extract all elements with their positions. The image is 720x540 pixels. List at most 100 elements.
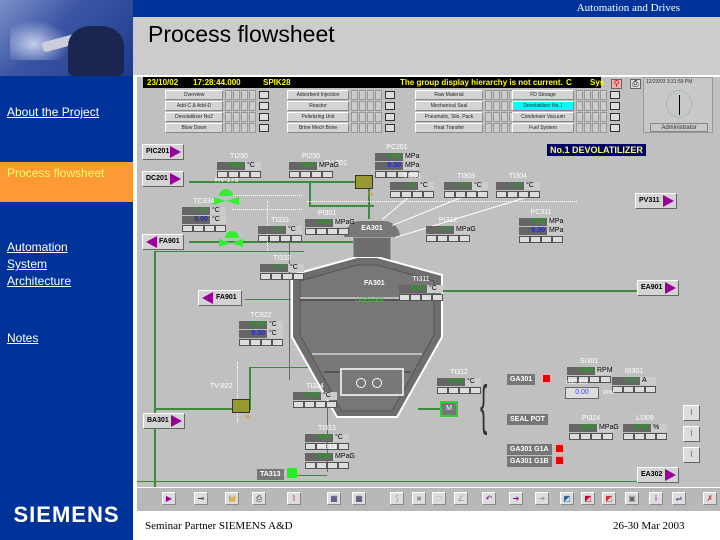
faceplate-ti301[interactable]: TI301 0.00 °C <box>390 173 434 198</box>
trend-icon[interactable]: ⌇ <box>287 492 301 505</box>
area-button[interactable]: Pelletizing Unit <box>287 112 349 122</box>
nav-pic201-button[interactable]: PIC201 <box>142 144 184 160</box>
group-display[interactable] <box>225 112 257 122</box>
undo-icon[interactable]: ↶ <box>482 492 496 505</box>
sidebar-item-about[interactable]: About the Project <box>7 104 127 121</box>
trend-button-2[interactable]: ⌇ <box>683 426 700 442</box>
sidebar-item-notes[interactable]: Notes <box>7 330 127 347</box>
hic301-input[interactable]: 0.00 <box>565 387 599 399</box>
nav-fa901-top-button[interactable]: FA901 <box>142 234 184 250</box>
group-display[interactable] <box>576 123 608 133</box>
group-ack-button[interactable] <box>259 102 269 110</box>
area-button[interactable]: FD Storage <box>512 90 574 100</box>
area-button[interactable]: Blow Down <box>165 123 223 133</box>
group-display[interactable] <box>576 101 608 111</box>
area-button[interactable]: Brine Mech Brine <box>287 123 349 133</box>
sidebar-item-process-flowsheet[interactable]: Process flowsheet <box>0 162 133 202</box>
area-button[interactable]: Mechanical Seal <box>415 101 483 111</box>
faceplate-ti250[interactable]: TI250 0.00 °C <box>217 153 261 178</box>
faceplate-pi312[interactable]: PI312 0.00 MPaG <box>426 217 476 242</box>
area-button[interactable]: Devolatilizer No2 <box>165 112 223 122</box>
chart-icon[interactable]: ∠ <box>454 492 468 505</box>
alarm2-icon[interactable]: ◩ <box>581 492 595 505</box>
key-icon[interactable]: ⊸ <box>194 492 208 505</box>
group-ack-button[interactable] <box>259 124 269 132</box>
nav-ba301-button[interactable]: BA301 <box>143 413 185 429</box>
faceplate-li309[interactable]: LI309 0.00% <box>623 415 667 440</box>
group-display[interactable] <box>351 90 383 100</box>
group-ack-button[interactable] <box>385 91 395 99</box>
group-ack-button[interactable] <box>610 113 620 121</box>
nav-dc201-button[interactable]: DC201 <box>142 171 184 187</box>
faceplate-pi250[interactable]: PI250 0.00 MPaG <box>289 153 339 178</box>
report-icon[interactable]: ▦ <box>327 492 341 505</box>
loop-icon[interactable]: ⟆ <box>390 492 404 505</box>
faceplate-is301[interactable]: IS301 0.00 A <box>612 368 656 393</box>
group-display[interactable] <box>351 101 383 111</box>
faceplate-tc334[interactable]: TC334 0.00 °C 0.00 °C <box>182 198 226 232</box>
area-button[interactable]: Fuel System <box>512 123 574 133</box>
nav-pv311-button[interactable]: PV311 <box>635 193 677 209</box>
group-ack-button[interactable] <box>385 124 395 132</box>
area-button[interactable]: Heat Transfer <box>415 123 483 133</box>
device-icon[interactable]: ⇌ <box>672 492 686 505</box>
folder-icon[interactable]: ▤ <box>225 492 239 505</box>
area-button[interactable]: Adsorbent Injection <box>287 90 349 100</box>
nav-fa901-mid-button[interactable]: FA901 <box>198 290 242 306</box>
alarm3-icon[interactable]: ◩ <box>602 492 616 505</box>
info-icon[interactable]: i <box>649 492 663 505</box>
faceplate-tc822[interactable]: TC822 0.00 °C 0.00 °C <box>239 312 283 346</box>
trend-button-1[interactable]: ⌇ <box>683 405 700 421</box>
area-button[interactable]: Condenser Vacuum <box>512 112 574 122</box>
trend-button-3[interactable]: ⌇ <box>683 447 700 463</box>
alarm1-icon[interactable]: ◩ <box>560 492 574 505</box>
faceplate-ti304[interactable]: TI304 0.00 °C <box>496 173 540 198</box>
group-ack-button[interactable] <box>385 102 395 110</box>
box-icon[interactable]: □ <box>432 492 446 505</box>
faceplate-pi324[interactable]: PI324 0.00 MPaG <box>569 415 619 440</box>
report2-icon[interactable]: ▦ <box>352 492 366 505</box>
area-button[interactable]: Devolatilizer No.1 <box>512 101 574 111</box>
print-icon[interactable]: ⎙ <box>630 79 641 89</box>
faceplate-ti333[interactable]: TI333 0.00 °C <box>258 217 302 242</box>
group-display[interactable] <box>351 123 383 133</box>
group-ack-button[interactable] <box>610 102 620 110</box>
exit-icon[interactable]: ✗ <box>703 492 717 505</box>
group-display[interactable] <box>225 123 257 133</box>
area-button[interactable]: Reactor <box>287 101 349 111</box>
group-display[interactable] <box>351 112 383 122</box>
group-ack-button[interactable] <box>259 91 269 99</box>
faceplate-ti324[interactable]: TI324 0.00 °C <box>293 383 337 408</box>
area-button[interactable]: Add-C & Add-D <box>165 101 223 111</box>
faceplate-ti332[interactable]: TI332 0.00 °C <box>260 255 304 280</box>
group-ack-button[interactable] <box>259 113 269 121</box>
motor-m[interactable]: M <box>440 401 458 417</box>
valve-pv201[interactable] <box>355 175 373 189</box>
area-button[interactable]: Pneumatic, Silo, Pack <box>415 112 483 122</box>
area-button[interactable]: Overview <box>165 90 223 100</box>
next-icon[interactable]: ➔ <box>509 492 523 505</box>
group-display[interactable] <box>576 90 608 100</box>
group-display[interactable] <box>576 112 608 122</box>
faceplate-ti312[interactable]: TI312 0.00 °C <box>437 369 481 394</box>
faceplate-pi301[interactable]: PI301 0.00 MPaG <box>305 210 355 235</box>
faceplate-ti303[interactable]: TI303 0.00 °C <box>444 173 488 198</box>
group-display[interactable] <box>225 90 257 100</box>
next-disabled-icon[interactable]: ➔ <box>535 492 549 505</box>
nav-ea901-button[interactable]: EA901 <box>637 280 679 296</box>
group-ack-button[interactable] <box>610 91 620 99</box>
valve-tv822[interactable] <box>232 399 250 413</box>
sidebar-item-automation[interactable]: Automation System Architecture <box>7 239 97 290</box>
nav-ea302-button[interactable]: EA302 <box>637 467 679 483</box>
group-display[interactable] <box>225 101 257 111</box>
screen-icon[interactable]: ▣ <box>625 492 639 505</box>
print-icon[interactable]: ⎙ <box>252 492 266 505</box>
faceplate-ti311[interactable]: TI311 0.00 °C <box>399 276 443 301</box>
stop-icon[interactable]: ■ <box>412 492 426 505</box>
group-ack-button[interactable] <box>385 113 395 121</box>
play-icon[interactable]: ▶ <box>162 492 176 505</box>
alarm-ack-icon[interactable]: ⚲ <box>611 79 622 89</box>
valve-tv334[interactable] <box>219 231 245 247</box>
faceplate-pc311[interactable]: PC311 0.00 MPa 0.00 MPa <box>519 209 563 243</box>
group-ack-button[interactable] <box>610 124 620 132</box>
